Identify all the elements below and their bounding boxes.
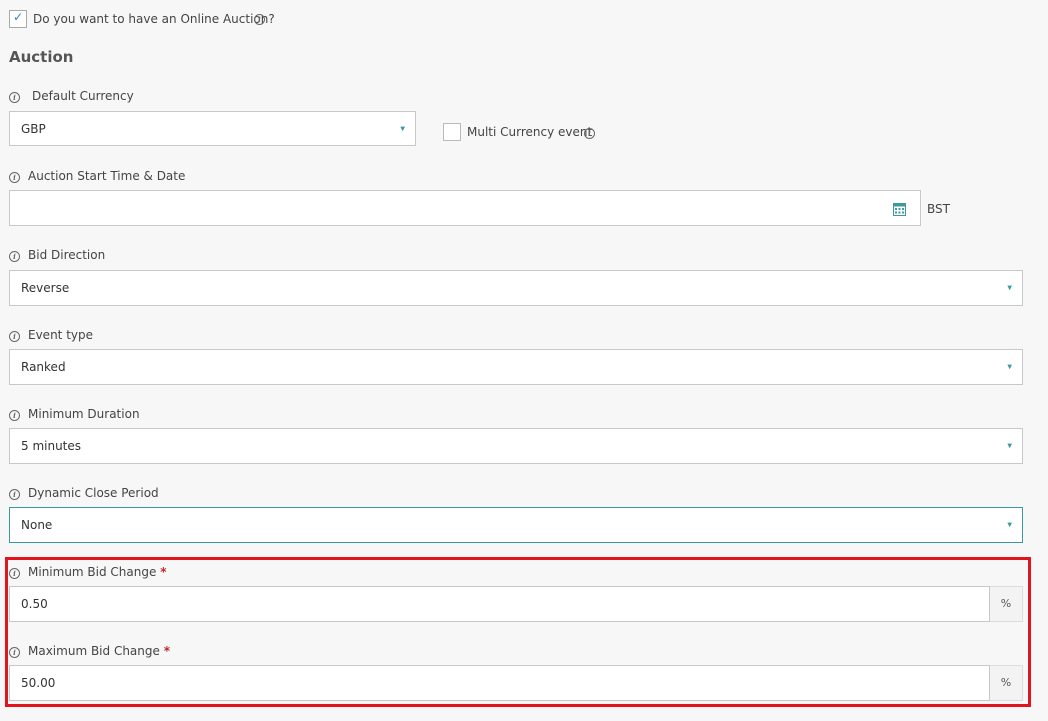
bid-direction-label: Bid Direction [28, 248, 106, 262]
calendar-icon[interactable] [893, 202, 906, 216]
chevron-down-icon: ▼ [400, 125, 405, 132]
percent-addon: % [990, 586, 1023, 622]
chevron-down-icon: ▼ [1007, 284, 1012, 292]
dynamic-close-select[interactable]: None ▼ [9, 507, 1023, 543]
chevron-down-icon: ▼ [1007, 442, 1012, 450]
max-bid-change-input[interactable]: 50.00 [9, 665, 990, 701]
max-bid-change-label-text: Maximum Bid Change [28, 644, 160, 658]
required-mark: * [160, 565, 167, 579]
min-bid-change-unit: % [1000, 597, 1012, 610]
min-bid-change-value: 0.50 [21, 597, 48, 611]
max-bid-change-label: Maximum Bid Change * [28, 644, 170, 658]
start-time-label: Auction Start Time & Date [28, 169, 186, 183]
min-bid-change-input[interactable]: 0.50 [9, 586, 990, 622]
info-icon: i [9, 647, 20, 658]
chevron-down-icon: ▼ [1007, 363, 1012, 371]
percent-addon: % [990, 665, 1023, 701]
timezone-label: BST [927, 202, 950, 216]
max-bid-change-value: 50.00 [21, 676, 56, 690]
default-currency-select[interactable]: GBP ▼ [9, 111, 416, 146]
info-icon: i [9, 251, 20, 262]
bid-direction-value: Reverse [21, 281, 70, 295]
dynamic-close-label: Dynamic Close Period [28, 486, 159, 500]
min-bid-change-label: Minimum Bid Change * [28, 565, 166, 579]
event-type-select[interactable]: Ranked ▼ [9, 349, 1023, 385]
chevron-down-icon: ▼ [1007, 521, 1012, 529]
info-icon: i [254, 14, 265, 25]
min-bid-change-label-text: Minimum Bid Change [28, 565, 157, 579]
multi-currency-label: Multi Currency event [467, 125, 593, 139]
start-time-input[interactable] [9, 190, 921, 226]
minimum-duration-value: 5 minutes [21, 439, 82, 453]
online-auction-label: Do you want to have an Online Auction? [33, 12, 275, 26]
max-bid-change-unit: % [1000, 676, 1012, 689]
default-currency-label: Default Currency [32, 89, 134, 103]
info-icon: i [9, 172, 20, 183]
minimum-duration-select[interactable]: 5 minutes ▼ [9, 428, 1023, 464]
required-mark: * [163, 644, 170, 658]
default-currency-value: GBP [21, 121, 46, 136]
info-icon: i [584, 128, 595, 139]
bid-direction-select[interactable]: Reverse ▼ [9, 270, 1023, 306]
info-icon: i [9, 410, 20, 421]
dynamic-close-value: None [21, 518, 53, 532]
info-icon: i [9, 331, 20, 342]
event-type-label: Event type [28, 328, 93, 342]
checkmark-icon: ✓ [13, 10, 24, 24]
event-type-value: Ranked [21, 360, 66, 374]
online-auction-checkbox[interactable]: ✓ [9, 10, 27, 28]
info-icon: i [9, 489, 20, 500]
multi-currency-checkbox[interactable] [443, 123, 461, 141]
minimum-duration-label: Minimum Duration [28, 407, 140, 421]
info-icon: i [9, 92, 20, 103]
section-title: Auction [9, 48, 74, 66]
info-icon: i [9, 568, 20, 579]
